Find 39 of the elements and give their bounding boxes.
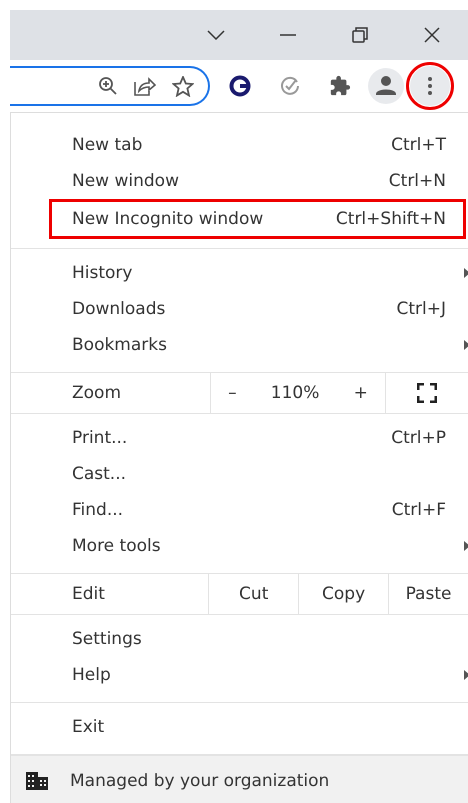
annotation-circle [406,62,454,110]
puzzle-icon[interactable] [329,75,351,97]
zoom-value: 110% [270,383,320,403]
close-icon[interactable] [424,27,440,43]
menu-item[interactable]: More tools [11,528,468,564]
managed-footer[interactable]: Managed by your organization [11,755,468,803]
star-icon[interactable] [172,76,194,96]
menu-item[interactable]: Help [11,657,468,693]
profile-avatar-icon[interactable] [368,68,404,104]
menu-item[interactable]: Bookmarks [11,327,468,363]
menu-item[interactable]: New tab Ctrl+T [11,127,468,163]
managed-text: Managed by your organization [70,770,330,790]
address-bar[interactable] [10,66,210,106]
edit-action-button[interactable]: Copy [299,574,390,614]
extension-ring-icon[interactable] [228,74,252,98]
minimize-icon[interactable] [280,34,296,36]
checkmark-circle-icon[interactable] [280,76,300,96]
chevron-down-icon[interactable] [207,30,225,40]
zoom-in-icon[interactable] [98,76,118,96]
menu-item[interactable]: New window Ctrl+N [11,163,468,199]
building-icon [26,772,48,790]
zoom-label: Zoom [72,383,122,403]
menu-item[interactable]: Cast... [11,456,468,492]
menu-item[interactable]: New Incognito window Ctrl+Shift+N [49,199,466,239]
zoom-in-button[interactable]: + [354,383,368,403]
share-icon[interactable] [134,76,156,96]
menu-item[interactable]: Settings [11,621,468,657]
menu-item[interactable]: Find... Ctrl+F [11,492,468,528]
menu-item[interactable]: Print... Ctrl+P [11,420,468,456]
fullscreen-icon [417,383,437,403]
edit-label: Edit [72,584,105,604]
zoom-out-button[interactable]: – [228,383,237,403]
menu-item[interactable]: Exit [11,709,468,745]
edit-action-button[interactable]: Cut [209,574,300,614]
more-vertical-icon [428,77,432,95]
menu-item[interactable]: Downloads Ctrl+J [11,291,468,327]
restore-icon[interactable] [352,27,368,43]
menu-item[interactable]: History [11,255,468,291]
edit-action-button[interactable]: Paste [389,574,468,614]
